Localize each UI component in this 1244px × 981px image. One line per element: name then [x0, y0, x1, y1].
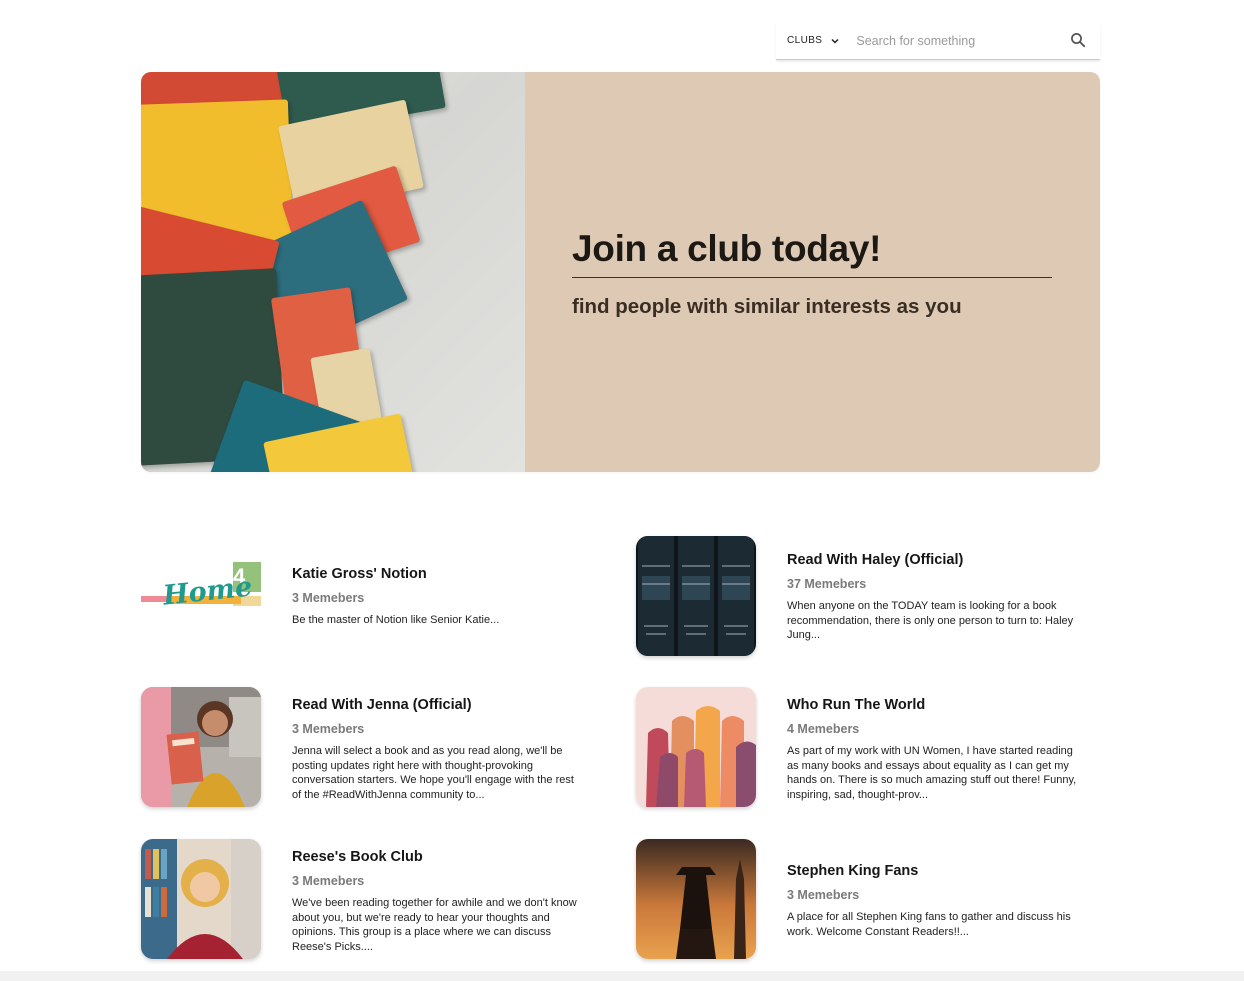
club-name: Who Run The World	[787, 697, 926, 713]
club-member-count: 3 Memebers	[292, 874, 365, 888]
club-card-who-run-the-world[interactable]: Who Run The World 4 Memebers As part of …	[636, 687, 1096, 808]
club-thumbnail-who-run-the-world	[636, 687, 756, 807]
club-description: A place for all Stephen King fans to gat…	[787, 911, 1071, 938]
club-card-reeses-book-club[interactable]: Reese's Book Club 3 Memebers We've been …	[141, 839, 601, 960]
hero-title: Join a club today!	[572, 228, 882, 269]
club-name: Reese's Book Club	[292, 849, 423, 865]
search-filter-dropdown[interactable]: CLUBS	[776, 22, 840, 59]
page-bottom-bar	[0, 971, 1244, 981]
club-thumbnail-katie: 4 Home	[141, 536, 261, 656]
club-name: Read With Jenna (Official)	[292, 697, 472, 713]
club-description: As part of my work with UN Women, I have…	[787, 745, 1077, 801]
club-info: Who Run The World 4 Memebers As part of …	[787, 697, 1077, 802]
club-description: We've been reading together for awhile a…	[292, 897, 577, 953]
hero-books-image	[141, 72, 525, 472]
search-filter-label: CLUBS	[787, 35, 823, 46]
club-info: Read With Jenna (Official) 3 Memebers Je…	[292, 697, 582, 802]
club-info: Katie Gross' Notion 3 Memebers Be the ma…	[292, 566, 582, 628]
club-info: Stephen King Fans 3 Memebers A place for…	[787, 863, 1077, 939]
hero-divider	[572, 277, 1052, 278]
club-thumbnail-stephen-king	[636, 839, 756, 959]
club-member-count: 3 Memebers	[292, 591, 365, 605]
club-member-count: 3 Memebers	[787, 888, 860, 902]
club-member-count: 3 Memebers	[292, 722, 365, 736]
chevron-down-icon	[830, 36, 840, 46]
club-description: Be the master of Notion like Senior Kati…	[292, 614, 500, 626]
club-thumbnail-haley	[636, 536, 756, 656]
club-name: Stephen King Fans	[787, 863, 919, 879]
club-info: Read With Haley (Official) 37 Memebers W…	[787, 552, 1077, 643]
club-card-stephen-king-fans[interactable]: Stephen King Fans 3 Memebers A place for…	[636, 839, 1096, 960]
club-description: When anyone on the TODAY team is looking…	[787, 600, 1074, 641]
search-input[interactable]	[856, 33, 1047, 48]
club-name: Katie Gross' Notion	[292, 566, 427, 582]
club-description: Jenna will select a book and as you read…	[292, 745, 574, 801]
club-card-katie-gross-notion[interactable]: 4 Home Katie Gross' Notion 3 Memebers Be…	[141, 536, 601, 657]
hero-subtitle: find people with similar interests as yo…	[572, 295, 962, 318]
club-member-count: 4 Memebers	[787, 722, 860, 736]
club-info: Reese's Book Club 3 Memebers We've been …	[292, 849, 582, 954]
hero-banner: Join a club today! find people with simi…	[141, 72, 1100, 472]
club-member-count: 37 Memebers	[787, 577, 867, 591]
club-thumbnail-reese	[141, 839, 261, 959]
club-card-read-with-jenna[interactable]: Read With Jenna (Official) 3 Memebers Je…	[141, 687, 601, 808]
search-icon[interactable]	[1070, 32, 1086, 48]
club-thumbnail-jenna	[141, 687, 261, 807]
club-name: Read With Haley (Official)	[787, 552, 964, 568]
club-card-read-with-haley[interactable]: Read With Haley (Official) 37 Memebers W…	[636, 536, 1096, 657]
search-bar: CLUBS	[776, 22, 1100, 60]
